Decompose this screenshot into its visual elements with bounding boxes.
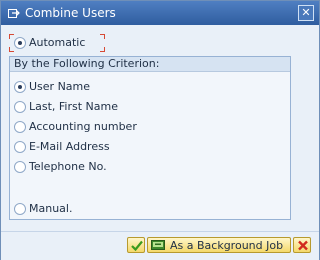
radio-email-address-circle[interactable] [14,141,26,153]
radio-telephone-no-label: Telephone No. [29,160,107,173]
title-bar[interactable]: Combine Users ✕ [1,1,319,25]
radio-email-address-label: E-Mail Address [29,140,110,153]
dialog-title: Combine Users [25,6,116,20]
radio-automatic-label: Automatic [29,36,86,49]
criterion-group: By the Following Criterion: User Name La… [9,56,291,220]
radio-user-name-label: User Name [29,80,91,93]
background-job-button[interactable]: As a Background Job [147,237,291,253]
radio-accounting-number-label: Accounting number [29,120,137,133]
radio-user-name-circle[interactable] [14,81,26,93]
background-job-icon [151,240,165,250]
combine-users-icon [8,7,20,18]
checkmark-icon [131,240,143,251]
radio-manual-label: Manual. [29,202,73,215]
radio-accounting-number-circle[interactable] [14,121,26,133]
criterion-group-header: By the Following Criterion: [10,57,290,72]
radio-telephone-no-circle[interactable] [14,161,26,173]
cancel-button[interactable] [293,237,311,253]
dialog-footer: As a Background Job [1,231,319,260]
radio-last-first-name-circle[interactable] [14,101,26,113]
dialog-body: Automatic By the Following Criterion: Us… [1,25,319,231]
cancel-icon [298,240,308,251]
combine-users-dialog: Combine Users ✕ Automatic By the Followi… [0,0,320,260]
ok-button[interactable] [127,237,145,253]
criterion-group-title: By the Following Criterion: [14,57,160,70]
close-icon: ✕ [301,6,311,19]
radio-manual-circle[interactable] [14,203,26,215]
radio-automatic-circle[interactable] [14,37,26,49]
close-button[interactable]: ✕ [298,5,314,21]
radio-last-first-name-label: Last, First Name [29,100,119,113]
background-job-label: As a Background Job [170,239,284,252]
